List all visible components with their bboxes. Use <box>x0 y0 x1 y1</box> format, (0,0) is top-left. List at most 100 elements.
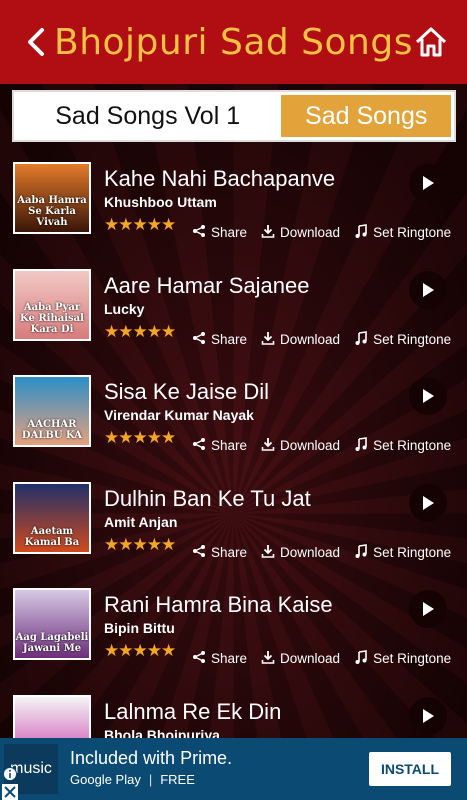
download-label: Download <box>280 651 341 666</box>
play-icon[interactable] <box>409 164 447 202</box>
share-button[interactable]: Share <box>192 544 247 561</box>
download-label: Download <box>280 225 341 240</box>
song-thumbnail[interactable]: AACHAR DALBU KA <box>13 375 91 447</box>
song-list: Aaba Hamra Se Karla Vivah Kahe Nahi Bach… <box>0 152 467 791</box>
home-icon[interactable] <box>413 24 449 60</box>
ad-store: Google Play <box>70 772 141 787</box>
rating-stars: ★★★★★ <box>104 534 176 554</box>
song-thumbnail[interactable]: Aaba Pyar Ke Rihaisal Kara Di <box>13 268 91 341</box>
download-icon <box>261 544 280 561</box>
share-label: Share <box>211 651 248 666</box>
ad-price: FREE <box>160 772 195 787</box>
download-icon <box>261 437 280 454</box>
ringtone-label: Set Ringtone <box>373 225 452 240</box>
song-thumbnail[interactable]: Aag Lagabeli Jawani Me <box>13 588 91 660</box>
song-actions: Share Download Set Ringtone <box>192 330 465 348</box>
song-artist: Virendar Kumar Nayak <box>104 407 254 423</box>
thumbnail-text: Aaba Hamra Se Karla Vivah <box>17 195 87 228</box>
tab-bar: Sad Songs Vol 1 Sad Songs <box>12 90 456 142</box>
song-actions: Share Download Set Ringtone <box>192 224 465 241</box>
music-note-icon <box>354 224 373 241</box>
share-label: Share <box>211 331 248 347</box>
rating-stars: ★★★★★ <box>104 641 176 660</box>
share-label: Share <box>211 544 248 560</box>
share-button[interactable]: Share <box>192 224 247 241</box>
song-thumbnail[interactable]: Aaba Hamra Se Karla Vivah <box>13 162 91 234</box>
ad-banner[interactable]: music Included with Prime. Google Play | F… <box>0 738 467 800</box>
download-label: Download <box>280 544 341 560</box>
set-ringtone-button[interactable]: Set Ringtone <box>354 437 451 454</box>
download-button[interactable]: Download <box>261 437 340 454</box>
song-artist: Lucky <box>104 300 145 317</box>
song-actions: Share Download Set Ringtone <box>192 437 465 454</box>
song-row[interactable]: Aaetam Kamal Ba Dulhin Ban Ke Tu Jat Ami… <box>0 472 467 579</box>
ad-subtitle: Google Play | FREE <box>70 772 195 787</box>
song-row[interactable]: Aaba Pyar Ke Rihaisal Kara Di Aare Hamar… <box>0 259 467 366</box>
share-icon <box>192 224 211 241</box>
song-row[interactable]: Aag Lagabeli Jawani Me Rani Hamra Bina K… <box>0 578 467 685</box>
play-icon[interactable] <box>409 696 447 735</box>
download-icon <box>261 331 280 348</box>
ringtone-label: Set Ringtone <box>373 438 452 453</box>
download-button[interactable]: Download <box>261 544 340 561</box>
set-ringtone-button[interactable]: Set Ringtone <box>354 330 452 348</box>
song-artist: Khushboo Uttam <box>104 194 217 210</box>
song-thumbnail[interactable]: Aaetam Kamal Ba <box>13 481 91 554</box>
song-row[interactable]: Aaba Hamra Se Karla Vivah Kahe Nahi Bach… <box>0 152 467 259</box>
share-icon <box>192 544 211 561</box>
set-ringtone-button[interactable]: Set Ringtone <box>354 650 451 667</box>
share-icon <box>192 650 211 667</box>
download-label: Download <box>280 331 341 347</box>
page-title: Bhojpuri Sad Songs <box>54 21 413 63</box>
ad-title: Included with Prime. <box>70 748 233 768</box>
rating-stars: ★★★★★ <box>104 215 176 234</box>
play-icon[interactable] <box>409 590 447 628</box>
ringtone-label: Set Ringtone <box>373 651 452 666</box>
rating-stars: ★★★★★ <box>104 428 176 447</box>
share-button[interactable]: Share <box>192 650 247 667</box>
download-button[interactable]: Download <box>261 224 340 241</box>
play-icon[interactable] <box>409 377 447 415</box>
share-label: Share <box>211 438 248 453</box>
back-arrow-icon[interactable] <box>22 24 52 60</box>
song-actions: Share Download Set Ringtone <box>192 650 465 667</box>
music-note-icon <box>354 543 373 561</box>
song-title[interactable]: Sisa Ke Jaise Dil <box>104 379 269 405</box>
share-button[interactable]: Share <box>192 437 247 454</box>
download-button[interactable]: Download <box>261 650 340 667</box>
share-label: Share <box>211 225 248 240</box>
ringtone-label: Set Ringtone <box>373 331 452 347</box>
song-artist: Bipin Bittu <box>104 620 175 636</box>
thumbnail-text: Aag Lagabeli Jawani Me <box>15 632 89 654</box>
song-title[interactable]: Kahe Nahi Bachapanve <box>104 166 335 192</box>
ad-info-icon[interactable] <box>2 766 18 782</box>
ad-close-icon[interactable] <box>2 784 18 800</box>
app-header: Bhojpuri Sad Songs <box>0 0 467 84</box>
share-button[interactable]: Share <box>192 331 247 348</box>
music-note-icon <box>354 650 373 667</box>
share-icon <box>192 437 211 454</box>
tab-sad-songs[interactable]: Sad Songs <box>281 95 451 137</box>
share-icon <box>192 331 211 348</box>
thumbnail-text: Aaetam Kamal Ba <box>24 525 80 548</box>
song-title[interactable]: Aare Hamar Sajanee <box>104 273 309 299</box>
download-label: Download <box>280 438 341 453</box>
download-button[interactable]: Download <box>261 331 340 348</box>
play-icon[interactable] <box>409 483 447 522</box>
set-ringtone-button[interactable]: Set Ringtone <box>354 543 451 561</box>
thumbnail-text: AACHAR DALBU KA <box>21 419 83 441</box>
set-ringtone-button[interactable]: Set Ringtone <box>354 224 451 241</box>
song-title[interactable]: Lalnma Re Ek Din <box>104 699 281 725</box>
install-button[interactable]: INSTALL <box>369 752 451 786</box>
song-title[interactable]: Dulhin Ban Ke Tu Jat <box>104 486 311 512</box>
song-row[interactable]: AACHAR DALBU KA Sisa Ke Jaise Dil Virend… <box>0 365 467 472</box>
tab-sad-songs-vol-1[interactable]: Sad Songs Vol 1 <box>14 92 281 140</box>
music-note-icon <box>354 330 373 348</box>
download-icon <box>261 224 280 241</box>
song-title[interactable]: Rani Hamra Bina Kaise <box>104 592 333 618</box>
play-icon[interactable] <box>409 270 447 309</box>
song-artist: Amit Anjan <box>104 513 178 530</box>
download-icon <box>261 650 280 667</box>
thumbnail-text: Aaba Pyar Ke Rihaisal Kara Di <box>20 301 84 335</box>
rating-stars: ★★★★★ <box>104 321 176 341</box>
